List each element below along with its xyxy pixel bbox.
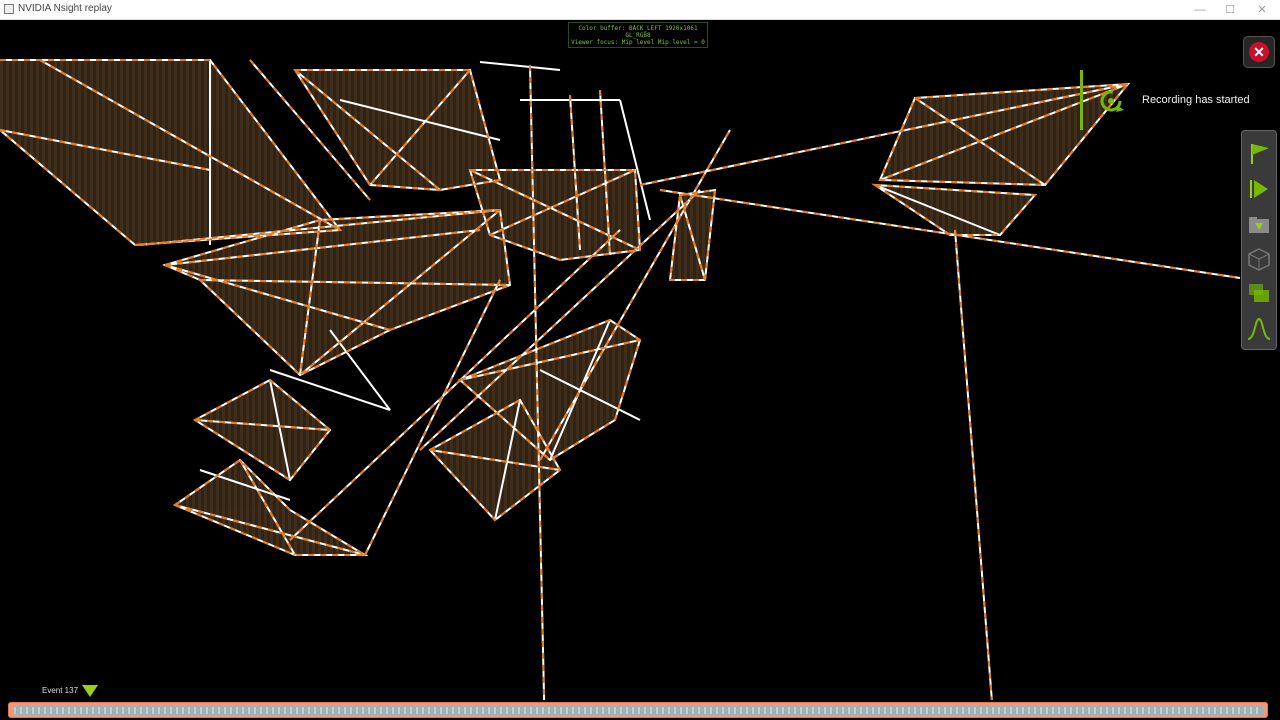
event-marker-icon[interactable] bbox=[82, 685, 98, 697]
app-icon bbox=[4, 4, 14, 14]
wireframe-render bbox=[0, 59, 1241, 700]
timeline-track[interactable] bbox=[13, 706, 1263, 715]
close-icon: ✕ bbox=[1249, 42, 1269, 62]
replay-viewport[interactable] bbox=[0, 20, 1280, 700]
timeline-ticks bbox=[14, 707, 1258, 714]
maximize-button[interactable]: ☐ bbox=[1215, 0, 1245, 20]
stop-capture-button[interactable]: ✕ bbox=[1243, 36, 1275, 68]
replay-icon bbox=[1100, 90, 1124, 112]
bell-curve-icon[interactable] bbox=[1245, 315, 1273, 343]
notification-accent-bar bbox=[1080, 70, 1083, 130]
window-title: NVIDIA Nsight replay bbox=[18, 3, 112, 14]
window-title-bar[interactable]: NVIDIA Nsight replay — ☐ ✕ bbox=[0, 0, 1280, 20]
cube-icon[interactable] bbox=[1245, 245, 1273, 273]
color-buffer-info: Color buffer: BACK_LEFT 1920x1061 GL_RGB… bbox=[568, 22, 708, 48]
format-line: GL_RGB8 bbox=[625, 32, 651, 39]
event-timeline[interactable] bbox=[8, 702, 1268, 718]
minimize-button[interactable]: — bbox=[1185, 0, 1215, 20]
folder-download-icon[interactable] bbox=[1245, 211, 1273, 239]
buffer-line: Color buffer: BACK_LEFT 1920x1061 bbox=[578, 25, 698, 32]
play-icon[interactable] bbox=[1245, 175, 1273, 203]
notification-text: Recording has started bbox=[1142, 94, 1250, 106]
focus-line: Viewer focus: Mip level Mip level = 0 bbox=[571, 39, 705, 46]
side-toolbar bbox=[1241, 130, 1277, 350]
close-window-button[interactable]: ✕ bbox=[1247, 0, 1277, 20]
layers-icon[interactable] bbox=[1245, 279, 1273, 307]
flag-icon[interactable] bbox=[1245, 139, 1273, 167]
event-label: Event 137 bbox=[42, 686, 79, 695]
